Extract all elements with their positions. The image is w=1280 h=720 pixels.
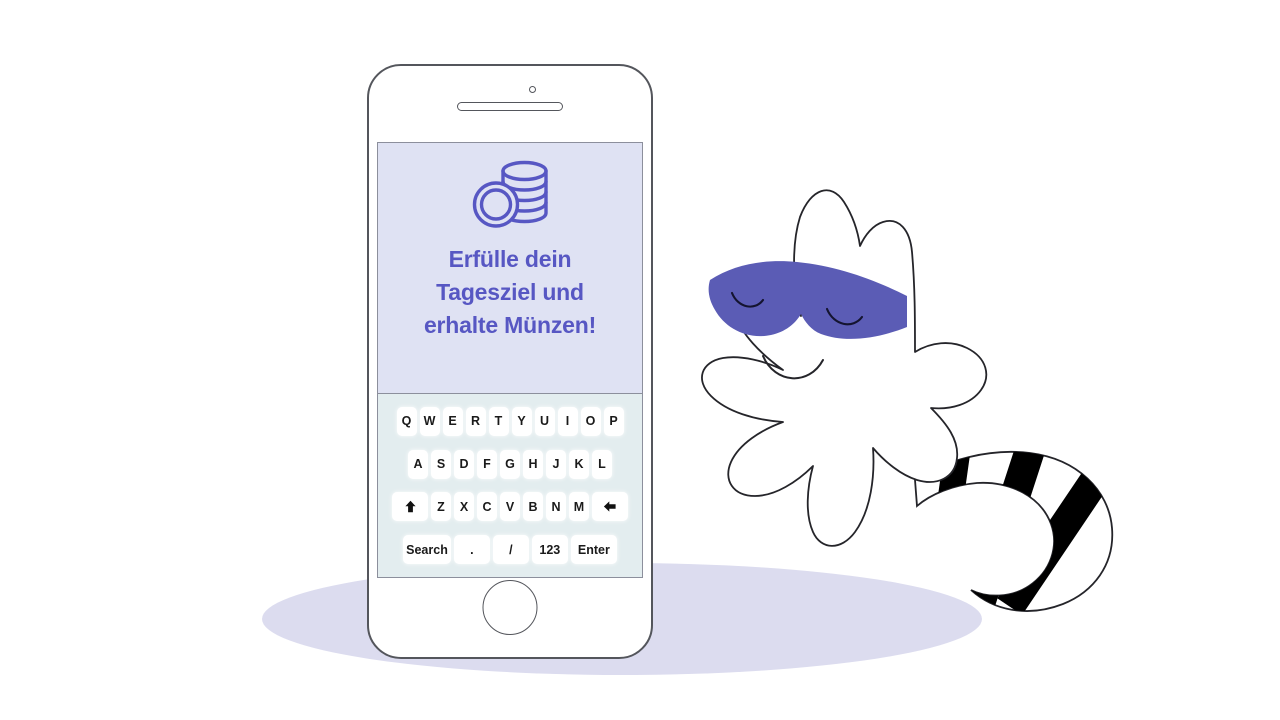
phone-screen: Erfülle dein Tagesziel und erhalte Münze… [377,142,643,578]
key-s[interactable]: S [431,449,451,479]
key-y[interactable]: Y [511,406,532,436]
key-n[interactable]: N [546,492,566,522]
key-numeric-mode[interactable]: 123 [531,535,568,565]
key-i[interactable]: I [557,406,578,436]
promo-headline-line-1: Erfülle dein [448,246,572,272]
mascot-body [701,189,988,547]
key-f[interactable]: F [477,449,497,479]
on-screen-keyboard: Q W E R T Y U I O P A S D F G H J K L Z … [378,393,642,577]
illustration-scene: Erfülle dein Tagesziel und erhalte Münze… [0,0,1280,720]
promo-headline: Erfülle dein Tagesziel und erhalte Münze… [418,243,602,342]
key-r[interactable]: R [465,406,486,436]
key-enter[interactable]: Enter [570,535,617,565]
promo-headline-line-2: Tagesziel und [436,278,584,305]
key-m[interactable]: M [569,492,589,522]
smartphone-device: Erfülle dein Tagesziel und erhalte Münze… [367,64,653,659]
home-button[interactable] [482,580,538,635]
key-v[interactable]: V [500,492,520,522]
promo-panel: Erfülle dein Tagesziel und erhalte Münze… [378,143,642,393]
key-x[interactable]: X [454,492,474,522]
shift-arrow-up-icon [404,501,416,513]
key-search[interactable]: Search [403,535,451,565]
key-shift[interactable] [392,492,428,522]
key-e[interactable]: E [442,406,463,436]
keyboard-row-3: Z X C V B N M [382,492,638,522]
key-l[interactable]: L [592,449,612,479]
raccoon-blob-mascot [701,189,1114,612]
key-j[interactable]: J [546,449,566,479]
key-z[interactable]: Z [431,492,451,522]
key-g[interactable]: G [500,449,520,479]
earpiece-speaker-icon [457,102,563,111]
key-period[interactable]: . [453,535,490,565]
key-w[interactable]: W [419,406,440,436]
coin-stack-icon [472,160,548,228]
key-d[interactable]: D [454,449,474,479]
key-k[interactable]: K [569,449,589,479]
key-slash[interactable]: / [492,535,529,565]
key-u[interactable]: U [534,406,555,436]
key-a[interactable]: A [408,449,428,479]
key-b[interactable]: B [523,492,543,522]
promo-headline-line-3: erhalte Münzen! [423,311,597,338]
key-t[interactable]: T [488,406,509,436]
key-o[interactable]: O [580,406,601,436]
keyboard-row-2: A S D F G H J K L [382,449,638,479]
key-h[interactable]: H [523,449,543,479]
key-q[interactable]: Q [396,406,417,436]
key-c[interactable]: C [477,492,497,522]
front-camera-icon [529,86,536,93]
keyboard-row-4: Search . / 123 Enter [382,535,638,565]
keyboard-row-1: Q W E R T Y U I O P [382,406,638,436]
